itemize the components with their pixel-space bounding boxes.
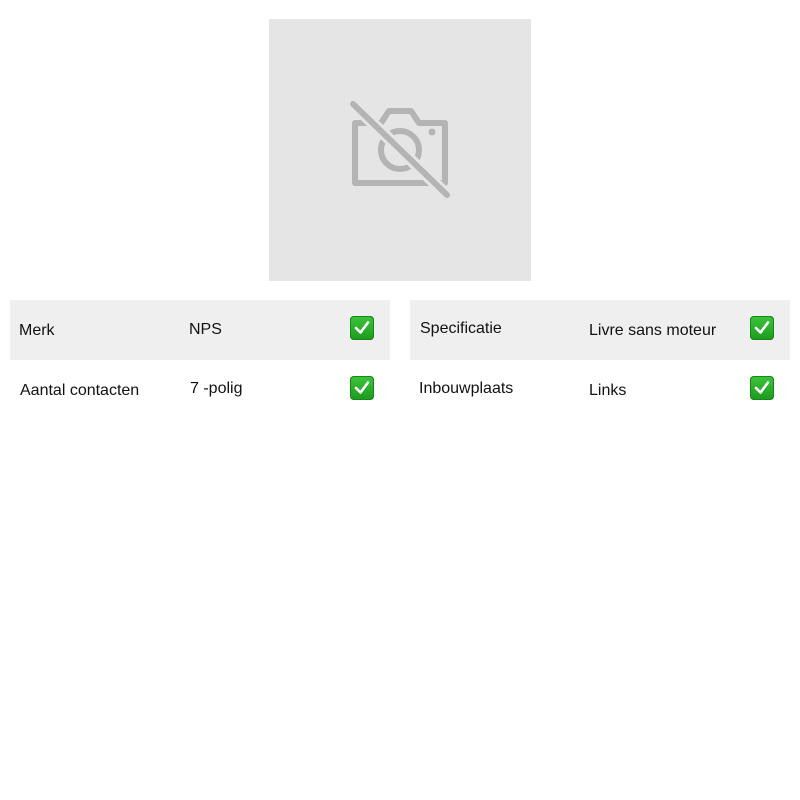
spec-value: Livre sans moteur xyxy=(589,322,717,339)
no-photo-icon xyxy=(345,95,455,205)
check-mark-button-icon xyxy=(350,376,374,400)
check-mark-button-icon xyxy=(750,376,774,400)
check-mark-button-icon xyxy=(350,316,374,340)
spec-row-merk: Merk NPS xyxy=(10,300,390,360)
check-mark-button-icon xyxy=(750,316,774,340)
spec-table-right: Specificatie Livre sans moteur Inbouwpla… xyxy=(410,300,790,420)
spec-row-specificatie: Specificatie Livre sans moteur xyxy=(410,300,790,360)
product-spec-page: Merk NPS Aantal contacten 7 -polig Speci… xyxy=(0,0,800,800)
spec-value: Links xyxy=(589,382,627,399)
spec-value: 7 -polig xyxy=(190,380,243,397)
spec-label: Aantal contacten xyxy=(20,382,140,399)
spec-row-inbouwplaats: Inbouwplaats Links xyxy=(410,360,790,420)
spec-table-left: Merk NPS Aantal contacten 7 -polig xyxy=(10,300,390,420)
spec-label: Specificatie xyxy=(420,320,502,337)
spec-row-aantal-contacten: Aantal contacten 7 -polig xyxy=(10,360,390,420)
spec-value: NPS xyxy=(189,321,222,338)
spec-label: Merk xyxy=(19,322,55,339)
product-image-placeholder xyxy=(269,19,531,281)
spec-label: Inbouwplaats xyxy=(419,380,514,397)
